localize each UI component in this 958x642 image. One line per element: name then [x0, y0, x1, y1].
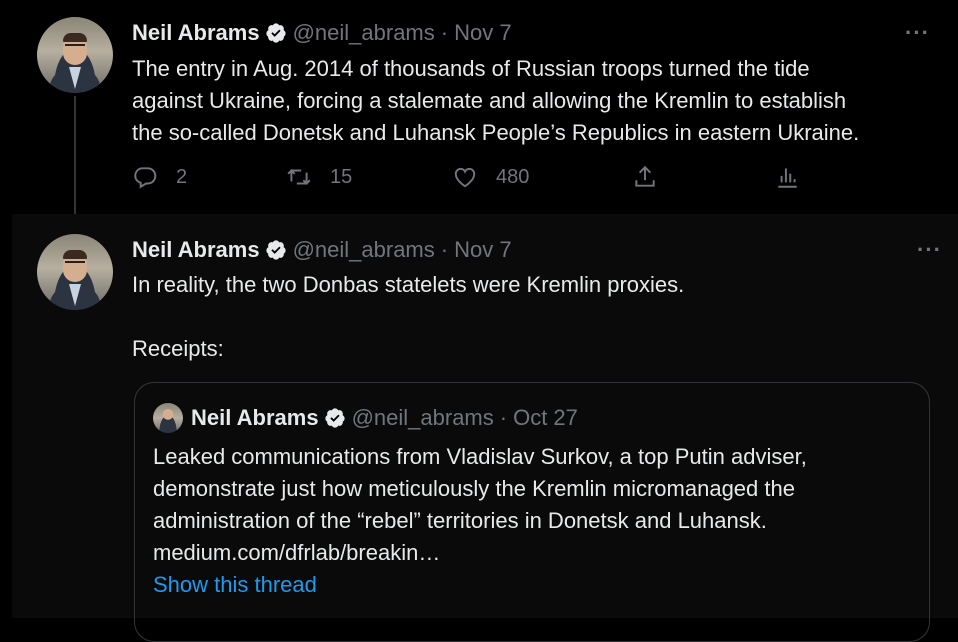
- retweet-icon: [287, 169, 311, 185]
- share-button[interactable]: [632, 164, 676, 190]
- thread-connector: [74, 96, 76, 214]
- quoted-tweet-header: Neil Abrams @neil_abrams · Oct 27: [191, 403, 578, 433]
- avatar[interactable]: [37, 234, 113, 310]
- author-handle[interactable]: @neil_abrams: [293, 237, 435, 263]
- quoted-tweet[interactable]: Neil Abrams @neil_abrams · Oct 27 Leaked…: [134, 382, 930, 642]
- like-icon: [454, 167, 476, 188]
- verified-badge-icon: [265, 240, 286, 260]
- like-count: 480: [496, 165, 530, 188]
- avatar[interactable]: [153, 403, 183, 433]
- quoted-tweet-text: Leaked communications from Vladislav Sur…: [153, 444, 807, 565]
- separator: ·: [440, 20, 449, 45]
- tweet-date[interactable]: Nov 7: [454, 237, 511, 263]
- avatar[interactable]: [37, 17, 113, 93]
- reply-icon: [134, 167, 157, 189]
- analytics-button[interactable]: [774, 164, 818, 190]
- tweet-date[interactable]: Nov 7: [454, 20, 511, 46]
- reply-button[interactable]: 2: [132, 164, 187, 190]
- tweet-text: The entry in Aug. 2014 of thousands of R…: [132, 56, 860, 145]
- tweet-date: Oct 27: [513, 405, 578, 430]
- more-icon[interactable]: ···: [917, 239, 942, 261]
- author-name[interactable]: Neil Abrams: [132, 237, 260, 263]
- verified-badge-icon: [324, 408, 345, 428]
- tweet[interactable]: Neil Abrams @neil_abrams · Nov 7 ··· The…: [0, 0, 958, 214]
- verified-badge-icon: [265, 23, 286, 43]
- tweet-text: In reality, the two Donbas statelets wer…: [132, 272, 685, 361]
- retweet-button[interactable]: 15: [286, 164, 352, 190]
- analytics-icon: [778, 168, 797, 188]
- show-thread-link[interactable]: Show this thread: [153, 572, 317, 598]
- share-icon: [635, 165, 655, 187]
- author-handle: @neil_abrams: [351, 405, 494, 430]
- reply-count: 2: [176, 165, 188, 188]
- author-handle[interactable]: @neil_abrams: [293, 20, 435, 46]
- separator: ·: [499, 405, 508, 430]
- tweet-header: Neil Abrams @neil_abrams · Nov 7: [132, 18, 512, 48]
- author-name: Neil Abrams: [191, 405, 319, 430]
- separator: ·: [440, 237, 449, 262]
- tweet-actions: 2 15 480: [132, 164, 812, 198]
- author-name[interactable]: Neil Abrams: [132, 20, 260, 46]
- more-icon[interactable]: ···: [905, 22, 930, 44]
- tweet-header: Neil Abrams @neil_abrams · Nov 7: [132, 235, 512, 265]
- like-button[interactable]: 480: [452, 164, 529, 190]
- retweet-count: 15: [330, 165, 353, 188]
